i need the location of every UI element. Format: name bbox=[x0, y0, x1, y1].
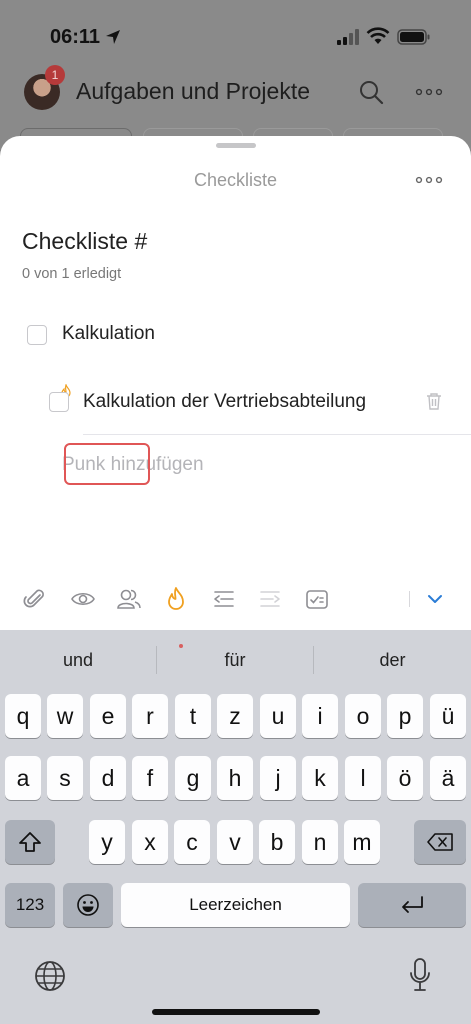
checklist-sheet: Checkliste Checkliste # 0 von 1 erledigt… bbox=[0, 136, 471, 630]
suggestion-dot bbox=[179, 644, 183, 648]
item-checkbox[interactable] bbox=[27, 325, 47, 345]
cellular-signal-icon bbox=[337, 29, 359, 45]
key[interactable]: b bbox=[259, 820, 295, 864]
shift-icon bbox=[19, 832, 41, 852]
progress-text: 0 von 1 erledigt bbox=[22, 266, 122, 282]
key[interactable]: ö bbox=[387, 756, 423, 800]
item-label[interactable]: Kalkulation der Vertriebsabteilung bbox=[83, 391, 366, 413]
key[interactable]: o bbox=[345, 694, 381, 738]
shift-key[interactable] bbox=[5, 820, 55, 864]
sheet-title: Checkliste bbox=[193, 170, 278, 190]
microphone-icon[interactable] bbox=[408, 957, 432, 993]
return-key[interactable] bbox=[358, 883, 466, 927]
suggestion[interactable]: der bbox=[314, 650, 471, 671]
key[interactable]: ä bbox=[430, 756, 466, 800]
key[interactable]: t bbox=[175, 694, 211, 738]
suggestion-bar: und für der bbox=[0, 630, 471, 690]
key[interactable]: w bbox=[47, 694, 83, 738]
key[interactable]: x bbox=[132, 820, 168, 864]
highlight-box bbox=[64, 443, 150, 485]
people-icon[interactable] bbox=[116, 586, 142, 612]
app-header: 1 Aufgaben und Projekte bbox=[0, 64, 471, 124]
status-time: 06:11 bbox=[50, 26, 101, 48]
list-item: Kalkulation bbox=[0, 322, 471, 366]
background-app: 06:11 1 Aufgaben und Projekte bbox=[0, 0, 471, 152]
key[interactable]: e bbox=[90, 694, 126, 738]
key[interactable]: u bbox=[260, 694, 296, 738]
indent-icon[interactable] bbox=[257, 586, 283, 612]
key[interactable]: y bbox=[89, 820, 125, 864]
item-divider bbox=[83, 434, 471, 435]
key[interactable]: g bbox=[175, 756, 211, 800]
key[interactable]: k bbox=[302, 756, 338, 800]
chevron-down-icon[interactable] bbox=[422, 586, 448, 612]
space-key[interactable]: Leerzeichen bbox=[121, 883, 350, 927]
emoji-icon bbox=[77, 894, 99, 916]
flame-icon[interactable] bbox=[163, 586, 189, 612]
key[interactable]: r bbox=[132, 694, 168, 738]
more-icon[interactable] bbox=[414, 168, 444, 192]
emoji-key[interactable] bbox=[63, 883, 113, 927]
numbers-key[interactable]: 123 bbox=[5, 883, 55, 927]
suggestion[interactable]: für bbox=[157, 650, 313, 671]
item-checkbox[interactable] bbox=[49, 392, 69, 412]
key[interactable]: s bbox=[47, 756, 83, 800]
key[interactable]: q bbox=[5, 694, 41, 738]
key[interactable]: f bbox=[132, 756, 168, 800]
key[interactable]: d bbox=[90, 756, 126, 800]
globe-icon[interactable] bbox=[34, 960, 66, 992]
home-indicator bbox=[152, 1009, 320, 1015]
wifi-icon bbox=[366, 27, 390, 44]
key[interactable]: h bbox=[217, 756, 253, 800]
item-label[interactable]: Kalkulation bbox=[62, 323, 155, 345]
trash-icon[interactable] bbox=[425, 391, 443, 411]
suggestion[interactable]: und bbox=[0, 650, 156, 671]
app-title: Aufgaben und Projekte bbox=[76, 78, 311, 104]
paperclip-icon[interactable] bbox=[22, 586, 48, 612]
key[interactable]: p bbox=[387, 694, 423, 738]
outdent-icon[interactable] bbox=[211, 586, 237, 612]
key[interactable]: z bbox=[217, 694, 253, 738]
sheet-grabber[interactable] bbox=[216, 143, 256, 148]
eye-icon[interactable] bbox=[70, 586, 96, 612]
notification-badge: 1 bbox=[45, 65, 65, 85]
key[interactable]: i bbox=[302, 694, 338, 738]
editor-toolbar bbox=[0, 576, 471, 624]
checklist-icon[interactable] bbox=[304, 586, 330, 612]
list-item: Kalkulation der Vertriebsabteilung bbox=[0, 382, 471, 436]
keyboard: und für der q w e r t z u i o p ü a s d … bbox=[0, 630, 471, 1024]
key[interactable]: c bbox=[174, 820, 210, 864]
checklist-name[interactable]: Checkliste # bbox=[22, 228, 147, 255]
backspace-icon bbox=[427, 833, 453, 851]
location-arrow-icon bbox=[106, 30, 120, 44]
key[interactable]: j bbox=[260, 756, 296, 800]
key[interactable]: m bbox=[344, 820, 380, 864]
key[interactable]: ü bbox=[430, 694, 466, 738]
key[interactable]: a bbox=[5, 756, 41, 800]
key[interactable]: l bbox=[345, 756, 381, 800]
return-icon bbox=[402, 896, 423, 913]
status-bar: 06:11 bbox=[0, 0, 471, 60]
key[interactable]: n bbox=[302, 820, 338, 864]
toolbar-separator bbox=[409, 591, 410, 607]
search-icon[interactable] bbox=[358, 79, 384, 105]
more-icon[interactable] bbox=[414, 80, 444, 104]
battery-icon bbox=[397, 29, 430, 45]
delete-key[interactable] bbox=[414, 820, 466, 864]
key[interactable]: v bbox=[217, 820, 253, 864]
